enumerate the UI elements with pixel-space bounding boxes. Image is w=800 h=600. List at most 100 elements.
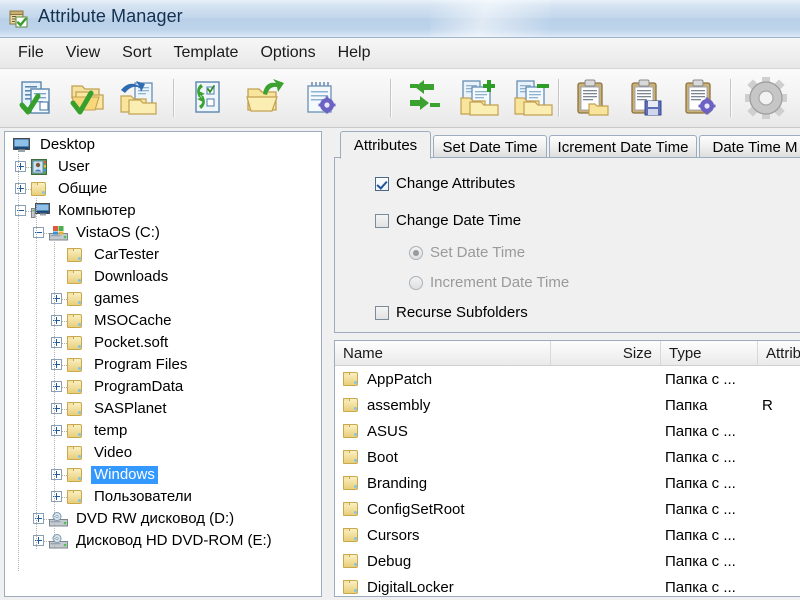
column-header-size[interactable]: Size xyxy=(551,341,661,365)
tree-node[interactable]: games xyxy=(5,288,321,310)
menu-item-options[interactable]: Options xyxy=(249,41,326,65)
gear-icon[interactable] xyxy=(742,75,790,121)
tree-node[interactable]: User xyxy=(5,156,321,178)
tree-node[interactable]: CarTester xyxy=(5,244,321,266)
expand-icon[interactable] xyxy=(15,161,26,172)
expand-icon[interactable] xyxy=(51,315,62,326)
expand-icon[interactable] xyxy=(51,469,62,480)
expand-icon[interactable] xyxy=(51,337,62,348)
file-list-row[interactable]: Cursors Папка с ... xyxy=(335,522,800,548)
file-name-cell: Cursors xyxy=(343,527,420,544)
change-attributes-checkbox-row[interactable]: Change Attributes xyxy=(375,175,515,192)
tree-node[interactable]: ProgramData xyxy=(5,376,321,398)
tree-node-label: Общие xyxy=(58,180,108,197)
collapse-icon[interactable] xyxy=(33,227,44,238)
file-list[interactable]: Name Size Type Attrib AppPatch Папка с ... as… xyxy=(334,340,800,597)
increment-date-time-radio-row[interactable]: Increment Date Time xyxy=(409,274,569,291)
column-header-name[interactable]: Name xyxy=(335,341,551,365)
add-folders-icon[interactable] xyxy=(114,75,162,121)
tree-node[interactable]: Desktop xyxy=(5,134,321,156)
tab-date-time-m[interactable]: Date Time M xyxy=(699,135,800,158)
recurse-subfolders-checkbox-row[interactable]: Recurse Subfolders xyxy=(375,304,528,321)
tree-guide-line xyxy=(18,154,19,572)
menu-item-help[interactable]: Help xyxy=(327,41,382,65)
file-list-body[interactable]: AppPatch Папка с ... assembly Папка R ASUS Пап… xyxy=(335,366,800,596)
swap-arrows-icon[interactable] xyxy=(400,75,448,121)
menu-item-file[interactable]: File xyxy=(7,41,55,65)
menu-item-sort[interactable]: Sort xyxy=(111,41,162,65)
tab-icrement-date-time[interactable]: Icrement Date Time xyxy=(549,135,697,158)
file-list-row[interactable]: ASUS Папка с ... xyxy=(335,418,800,444)
file-list-row[interactable]: ConfigSetRoot Папка с ... xyxy=(335,496,800,522)
file-list-row[interactable]: DigitalLocker Папка с ... xyxy=(335,574,800,596)
tree-node[interactable]: DVD RW дисковод (D:) xyxy=(5,508,321,530)
folder-icon xyxy=(343,424,359,438)
expand-icon[interactable] xyxy=(51,491,62,502)
menu-item-view[interactable]: View xyxy=(55,41,111,65)
change-date-time-checkbox[interactable] xyxy=(375,213,389,228)
tab-set-date-time[interactable]: Set Date Time xyxy=(433,135,547,158)
add-files-icon[interactable] xyxy=(454,75,502,121)
file-name-cell: Debug xyxy=(343,553,411,570)
file-list-row[interactable]: Branding Папка с ... xyxy=(335,470,800,496)
tree-node[interactable]: Пользователи xyxy=(5,486,321,508)
attributes-tab-panel: Change Attributes Change Date Time Set D… xyxy=(334,157,800,333)
clipboard-settings-icon[interactable] xyxy=(676,75,724,121)
remove-files-icon[interactable] xyxy=(508,75,556,121)
file-name-cell: ASUS xyxy=(343,423,408,440)
expand-icon[interactable] xyxy=(15,183,26,194)
set-date-time-radio-row[interactable]: Set Date Time xyxy=(409,244,525,261)
folder-tree-panel[interactable]: Desktop User Общие Компьютер VistaOS (C:) Car… xyxy=(4,131,322,597)
increment-date-time-radio[interactable] xyxy=(409,275,423,290)
file-list-row[interactable]: Boot Папка с ... xyxy=(335,444,800,470)
open-folder-icon[interactable] xyxy=(240,75,288,121)
expand-icon[interactable] xyxy=(51,381,62,392)
file-list-row[interactable]: AppPatch Папка с ... xyxy=(335,366,800,392)
clipboard-save-icon[interactable] xyxy=(622,75,670,121)
file-list-row[interactable]: assembly Папка R xyxy=(335,392,800,418)
column-header-type[interactable]: Type xyxy=(661,341,758,365)
tree-node[interactable]: Video xyxy=(5,442,321,464)
tree-node[interactable]: MSOCache xyxy=(5,310,321,332)
expand-icon[interactable] xyxy=(51,359,62,370)
file-attributes-cell: R xyxy=(762,396,773,414)
expand-icon[interactable] xyxy=(51,403,62,414)
tree-node[interactable]: VistaOS (C:) xyxy=(5,222,321,244)
folder-icon xyxy=(67,336,83,350)
expand-icon[interactable] xyxy=(51,425,62,436)
notepad-settings-icon[interactable] xyxy=(296,75,344,121)
expand-icon[interactable] xyxy=(51,293,62,304)
check-folders-icon[interactable] xyxy=(62,75,110,121)
change-attributes-checkbox[interactable] xyxy=(375,176,389,191)
expand-icon[interactable] xyxy=(33,513,44,524)
check-files-icon[interactable] xyxy=(10,75,58,121)
change-date-time-checkbox-row[interactable]: Change Date Time xyxy=(375,212,521,229)
tree-node[interactable]: Windows xyxy=(5,464,321,486)
folder-icon xyxy=(67,248,83,262)
column-header-attrib[interactable]: Attrib xyxy=(758,341,800,365)
tree-node[interactable]: Компьютер xyxy=(5,200,321,222)
tree-node-icon xyxy=(67,446,83,460)
refresh-attributes-icon[interactable] xyxy=(183,75,231,121)
file-list-row[interactable]: Debug Папка с ... xyxy=(335,548,800,574)
tree-node[interactable]: Downloads xyxy=(5,266,321,288)
file-name-label: ConfigSetRoot xyxy=(367,500,465,518)
file-type-cell: Папка с ... xyxy=(665,422,736,440)
tab-attributes[interactable]: Attributes xyxy=(340,131,431,159)
menu-item-template[interactable]: Template xyxy=(163,41,250,65)
tree-node[interactable]: Pocket.soft xyxy=(5,332,321,354)
collapse-icon[interactable] xyxy=(15,205,26,216)
clipboard-folder-icon[interactable] xyxy=(568,75,616,121)
tree-node-label: Пользователи xyxy=(94,488,192,505)
tree-node[interactable]: Дисковод HD DVD-ROM (E:) xyxy=(5,530,321,552)
file-name-label: AppPatch xyxy=(367,370,433,388)
recurse-subfolders-checkbox[interactable] xyxy=(375,305,389,320)
set-date-time-radio[interactable] xyxy=(409,245,423,260)
tree-node[interactable]: temp xyxy=(5,420,321,442)
tree-node-icon xyxy=(67,468,83,482)
tree-node[interactable]: Program Files xyxy=(5,354,321,376)
expand-icon[interactable] xyxy=(33,535,44,546)
tree-node[interactable]: Общие xyxy=(5,178,321,200)
user-icon xyxy=(31,159,47,175)
tree-node[interactable]: SASPlanet xyxy=(5,398,321,420)
